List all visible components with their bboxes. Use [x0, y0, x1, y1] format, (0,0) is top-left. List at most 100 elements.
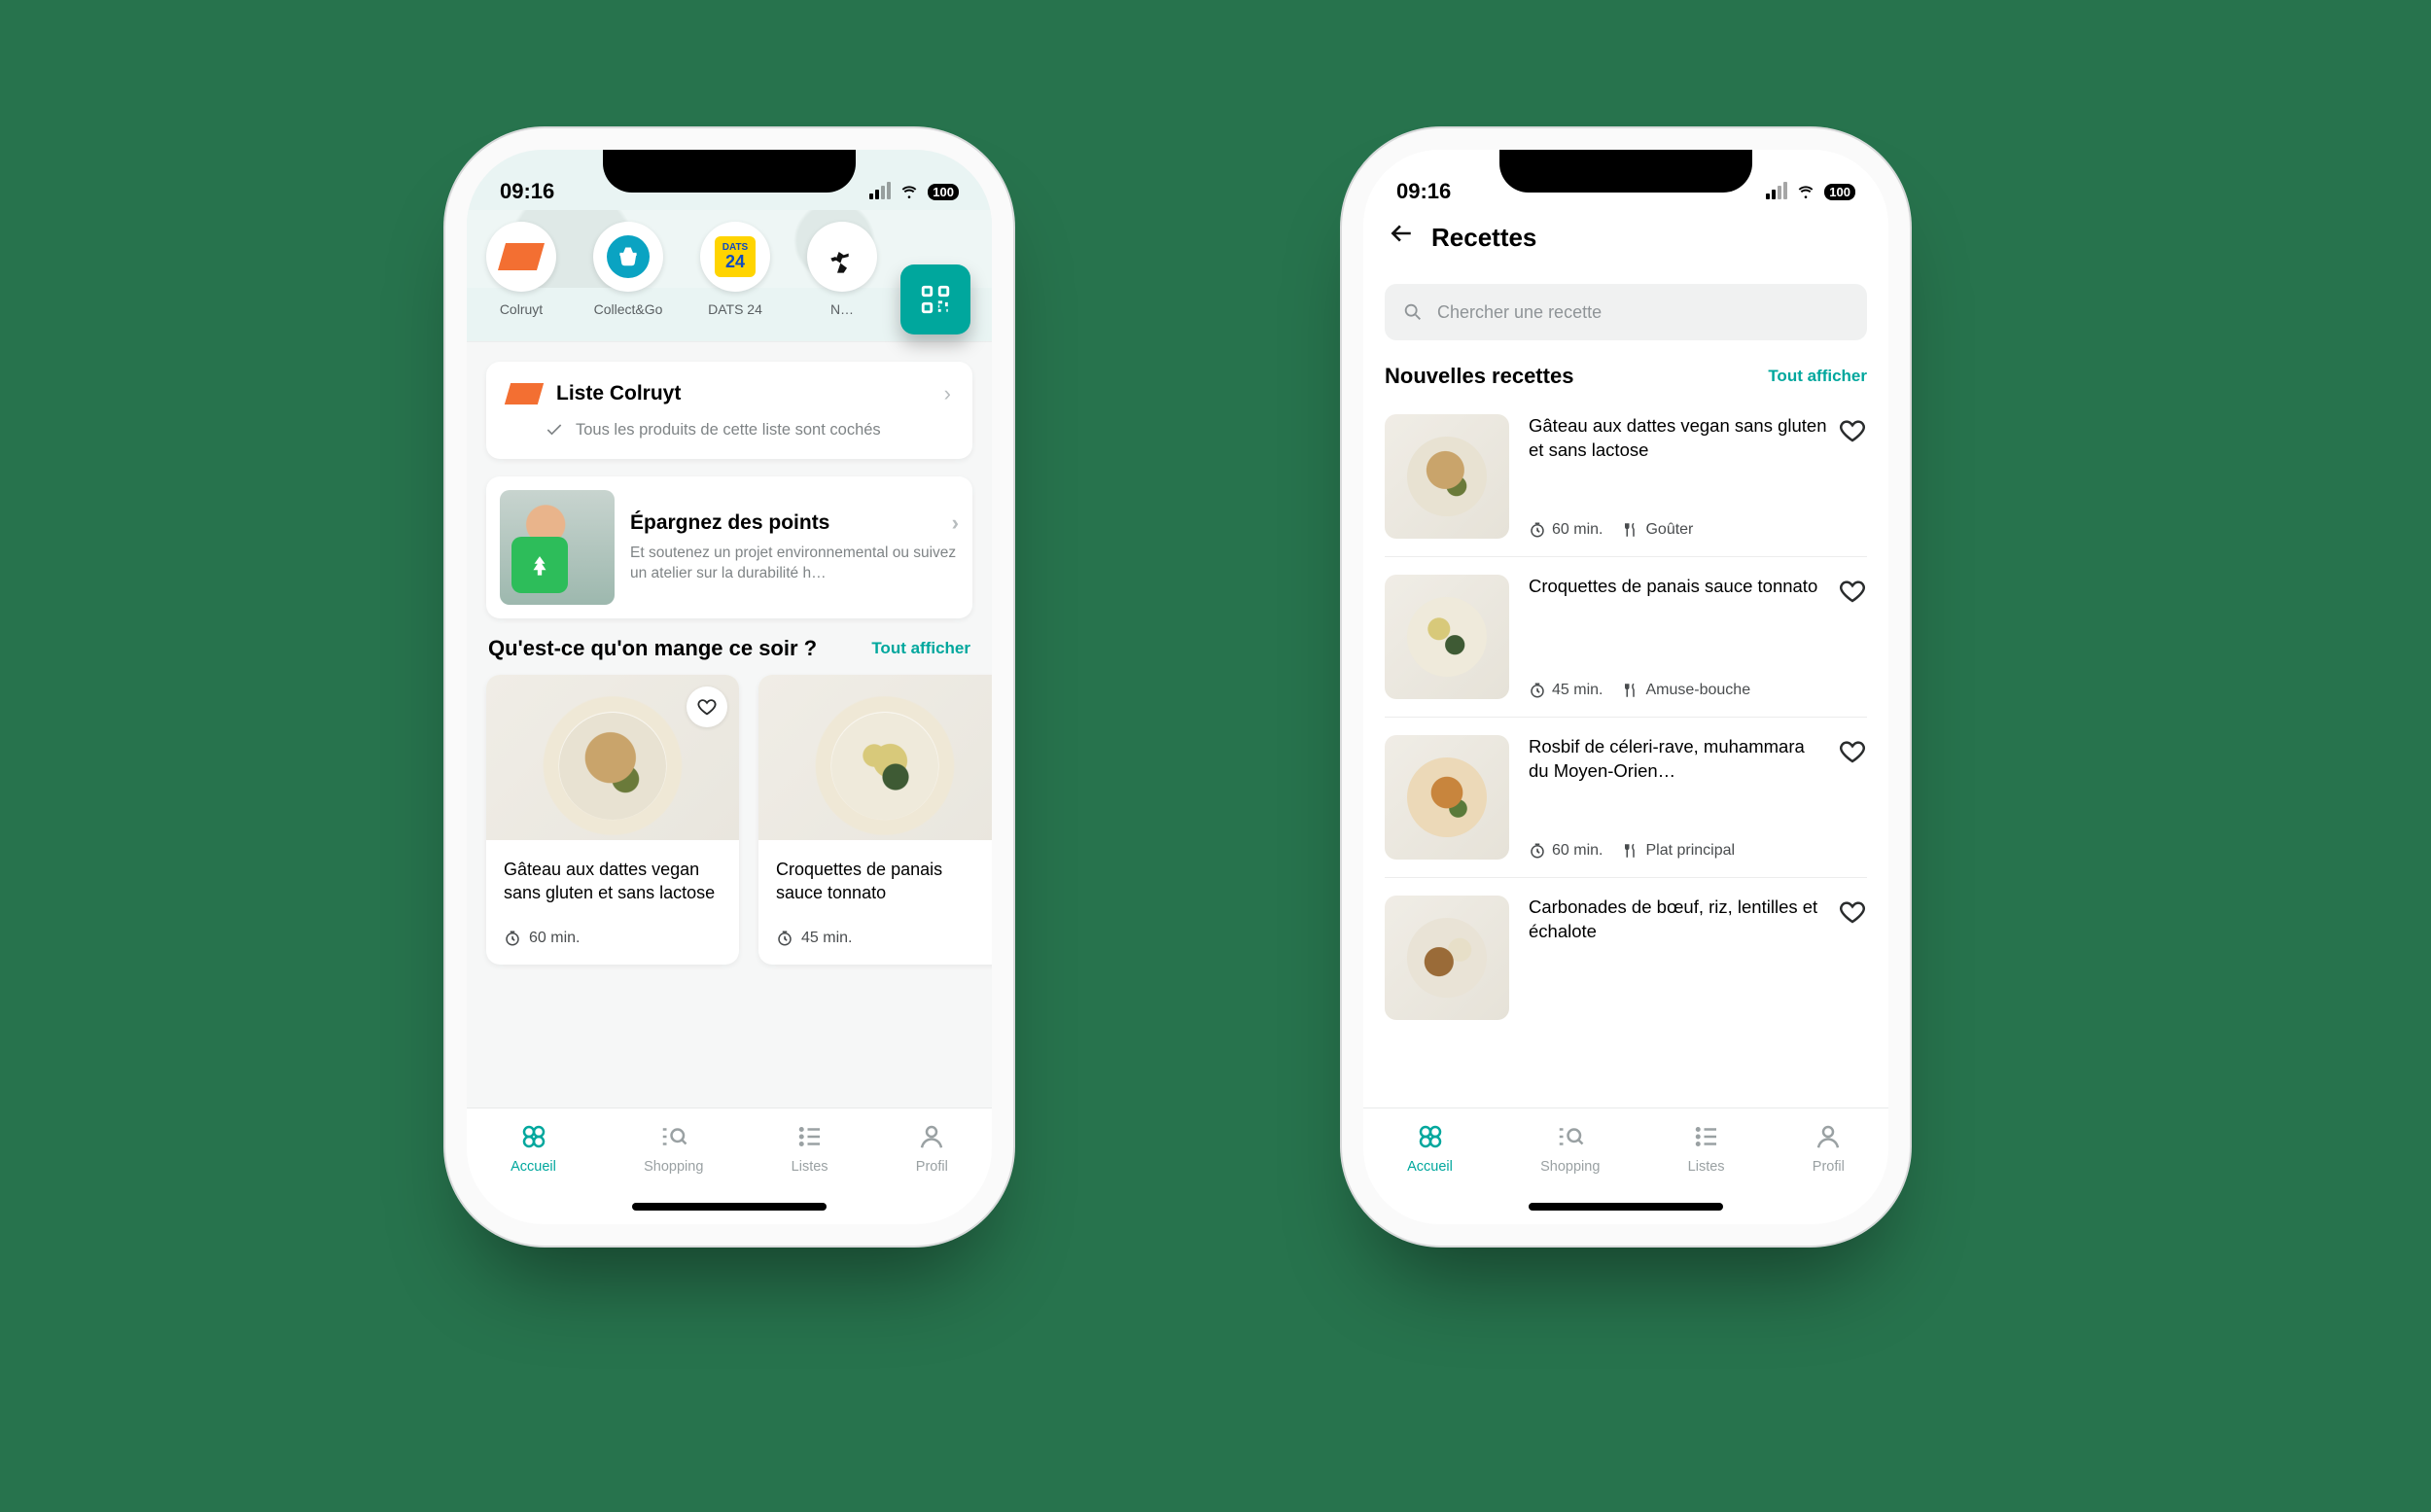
- timer-icon: [504, 930, 521, 947]
- search-input[interactable]: Chercher une recette: [1385, 284, 1867, 340]
- page-title: Recettes: [1431, 223, 1536, 253]
- list-title: Liste Colruyt: [556, 382, 929, 405]
- recipe-row[interactable]: Carbonades de bœuf, riz, lentilles et éc…: [1385, 878, 1867, 1037]
- shopping-icon: [1556, 1122, 1585, 1151]
- status-time: 09:16: [500, 179, 554, 204]
- points-subtitle: Et soutenez un projet environnemental ou…: [630, 544, 959, 584]
- dats24-logo-icon: DATS24: [715, 236, 756, 277]
- points-image: [500, 490, 615, 605]
- new-recipes-head: Nouvelles recettes Tout afficher: [1385, 364, 1867, 389]
- recipe-list: Gâteau aux dattes vegan sans gluten et s…: [1385, 397, 1867, 1037]
- list-colruyt-card[interactable]: Liste Colruyt › Tous les produits de cet…: [486, 362, 972, 459]
- phone-home: 09:16 100 Colruyt: [467, 150, 992, 1224]
- tab-accueil[interactable]: Accueil: [1407, 1122, 1453, 1175]
- section-title: Nouvelles recettes: [1385, 364, 1768, 389]
- phone-recipes: 09:16 100 Recettes Chercher une recette: [1363, 150, 1888, 1224]
- battery-icon: 100: [1824, 184, 1855, 200]
- tab-accueil[interactable]: Accueil: [511, 1122, 556, 1175]
- arrow-left-icon: [1389, 221, 1414, 246]
- screen-recipes: 09:16 100 Recettes Chercher une recette: [1363, 150, 1888, 1224]
- cellular-icon: [1766, 184, 1787, 199]
- timer-icon: [1529, 682, 1546, 699]
- chevron-right-icon: ›: [952, 510, 959, 536]
- cellular-icon: [869, 184, 891, 199]
- list-icon: [1692, 1122, 1721, 1151]
- points-card[interactable]: Épargnez des points › Et soutenez un pro…: [486, 476, 972, 618]
- favorite-button[interactable]: [1838, 737, 1867, 766]
- cutlery-icon: [1622, 682, 1639, 699]
- points-title: Épargnez des points: [630, 511, 829, 535]
- list-icon: [795, 1122, 825, 1151]
- recipe-title: Croquettes de panais sauce tonnato: [758, 840, 992, 930]
- colruyt-logo-icon: [505, 383, 544, 404]
- recipe-image: [1385, 896, 1509, 1020]
- show-all-link[interactable]: Tout afficher: [871, 639, 970, 658]
- screen-home: 09:16 100 Colruyt: [467, 150, 992, 1224]
- recipe-title: Gâteau aux dattes vegan sans gluten et s…: [486, 840, 739, 930]
- profile-icon: [917, 1122, 946, 1151]
- tab-shopping[interactable]: Shopping: [1540, 1122, 1600, 1175]
- qr-scan-button[interactable]: [900, 264, 970, 334]
- cutlery-icon: [1622, 521, 1639, 539]
- wifi-icon: [898, 184, 920, 199]
- runner-icon: [823, 237, 862, 276]
- story-collectgo[interactable]: Collect&Go: [591, 222, 665, 317]
- timer-icon: [776, 930, 793, 947]
- home-indicator[interactable]: [632, 1203, 827, 1211]
- recipe-image: [1385, 575, 1509, 699]
- cutlery-icon: [1622, 842, 1639, 860]
- status-time: 09:16: [1396, 179, 1451, 204]
- favorite-button[interactable]: [1838, 577, 1867, 606]
- notch: [603, 150, 856, 193]
- recipe-time: 45 min.: [801, 930, 852, 947]
- back-button[interactable]: [1389, 221, 1414, 253]
- recipe-row[interactable]: Croquettes de panais sauce tonnato 45 mi…: [1385, 557, 1867, 718]
- recipe-image: [1385, 414, 1509, 539]
- search-icon: [1402, 301, 1424, 323]
- recipe-row[interactable]: Rosbif de céleri-rave, muhammara du Moye…: [1385, 718, 1867, 878]
- story-next[interactable]: N…: [805, 222, 879, 317]
- chevron-right-icon: ›: [944, 381, 951, 406]
- recipe-title: Carbonades de bœuf, riz, lentilles et éc…: [1529, 896, 1828, 944]
- timer-icon: [1529, 521, 1546, 539]
- colruyt-logo-icon: [498, 243, 545, 270]
- tree-icon: [527, 550, 552, 583]
- favorite-button[interactable]: [1838, 416, 1867, 445]
- wifi-icon: [1795, 184, 1816, 199]
- favorite-button[interactable]: [687, 686, 727, 727]
- profile-icon: [1814, 1122, 1843, 1151]
- recipe-image: [758, 675, 992, 840]
- recipe-image: [1385, 735, 1509, 860]
- home-content: Liste Colruyt › Tous les produits de cet…: [467, 342, 992, 1108]
- recipe-title: Rosbif de céleri-rave, muhammara du Moye…: [1529, 735, 1828, 784]
- favorite-button[interactable]: [1838, 897, 1867, 927]
- show-all-link[interactable]: Tout afficher: [1768, 367, 1867, 386]
- shopping-icon: [659, 1122, 688, 1151]
- battery-icon: 100: [928, 184, 959, 200]
- recipe-title: Gâteau aux dattes vegan sans gluten et s…: [1529, 414, 1828, 463]
- notch: [1499, 150, 1752, 193]
- recipe-title: Croquettes de panais sauce tonnato: [1529, 575, 1828, 599]
- timer-icon: [1529, 842, 1546, 860]
- tab-profil[interactable]: Profil: [1813, 1122, 1845, 1175]
- recipe-row[interactable]: Gâteau aux dattes vegan sans gluten et s…: [1385, 397, 1867, 557]
- home-icon: [1416, 1122, 1445, 1151]
- home-indicator[interactable]: [1529, 1203, 1723, 1211]
- search-placeholder: Chercher une recette: [1437, 302, 1602, 323]
- qr-icon: [919, 283, 952, 316]
- story-dats24[interactable]: DATS24 DATS 24: [698, 222, 772, 317]
- recipe-card[interactable]: Gâteau aux dattes vegan sans gluten et s…: [486, 675, 739, 965]
- heart-icon: [696, 696, 718, 718]
- home-icon: [519, 1122, 548, 1151]
- recipe-time: 60 min.: [529, 930, 580, 947]
- tab-shopping[interactable]: Shopping: [644, 1122, 703, 1175]
- tab-listes[interactable]: Listes: [792, 1122, 828, 1175]
- recipe-card[interactable]: Croquettes de panais sauce tonnato 45 mi…: [758, 675, 992, 965]
- basket-icon: [607, 235, 650, 278]
- tab-profil[interactable]: Profil: [916, 1122, 948, 1175]
- story-colruyt[interactable]: Colruyt: [484, 222, 558, 317]
- list-subtitle: Tous les produits de cette liste sont co…: [576, 421, 881, 440]
- tab-listes[interactable]: Listes: [1688, 1122, 1725, 1175]
- tonight-carousel[interactable]: Gâteau aux dattes vegan sans gluten et s…: [486, 675, 972, 965]
- recipe-image: [486, 675, 739, 840]
